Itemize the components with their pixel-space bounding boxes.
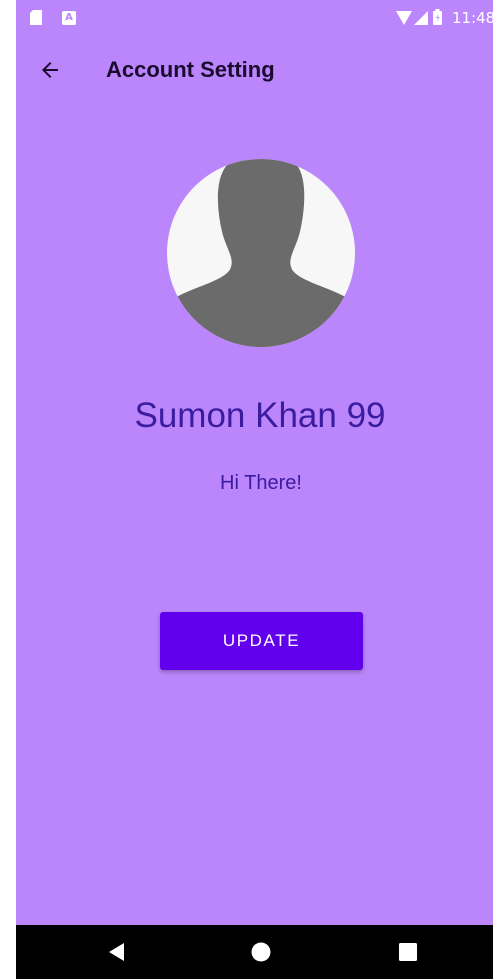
app-screen: A 11:48 Account Setting Sumon Khan 99 Hi… xyxy=(16,0,493,979)
circle-home-icon[interactable] xyxy=(251,942,271,962)
user-status: Hi There! xyxy=(220,472,302,494)
profile-avatar[interactable] xyxy=(167,159,355,347)
person-silhouette-icon xyxy=(167,159,355,347)
triangle-back-icon[interactable] xyxy=(107,942,127,962)
system-nav-bar xyxy=(16,925,493,979)
arrow-left-icon xyxy=(42,62,58,78)
a-notification-icon: A xyxy=(62,11,76,25)
user-name: Sumon Khan 99 xyxy=(134,396,386,435)
page-title: Account Setting xyxy=(106,57,275,82)
status-clock: 11:48 xyxy=(452,9,493,27)
battery-icon xyxy=(433,9,442,25)
update-button[interactable]: UPDATE xyxy=(160,612,363,670)
wifi-icon xyxy=(396,11,412,25)
square-recents-icon[interactable] xyxy=(399,943,417,961)
cell-signal-icon xyxy=(414,11,428,25)
back-button[interactable] xyxy=(32,52,68,88)
status-bar: A 11:48 xyxy=(16,0,493,36)
sd-card-icon xyxy=(30,10,42,25)
